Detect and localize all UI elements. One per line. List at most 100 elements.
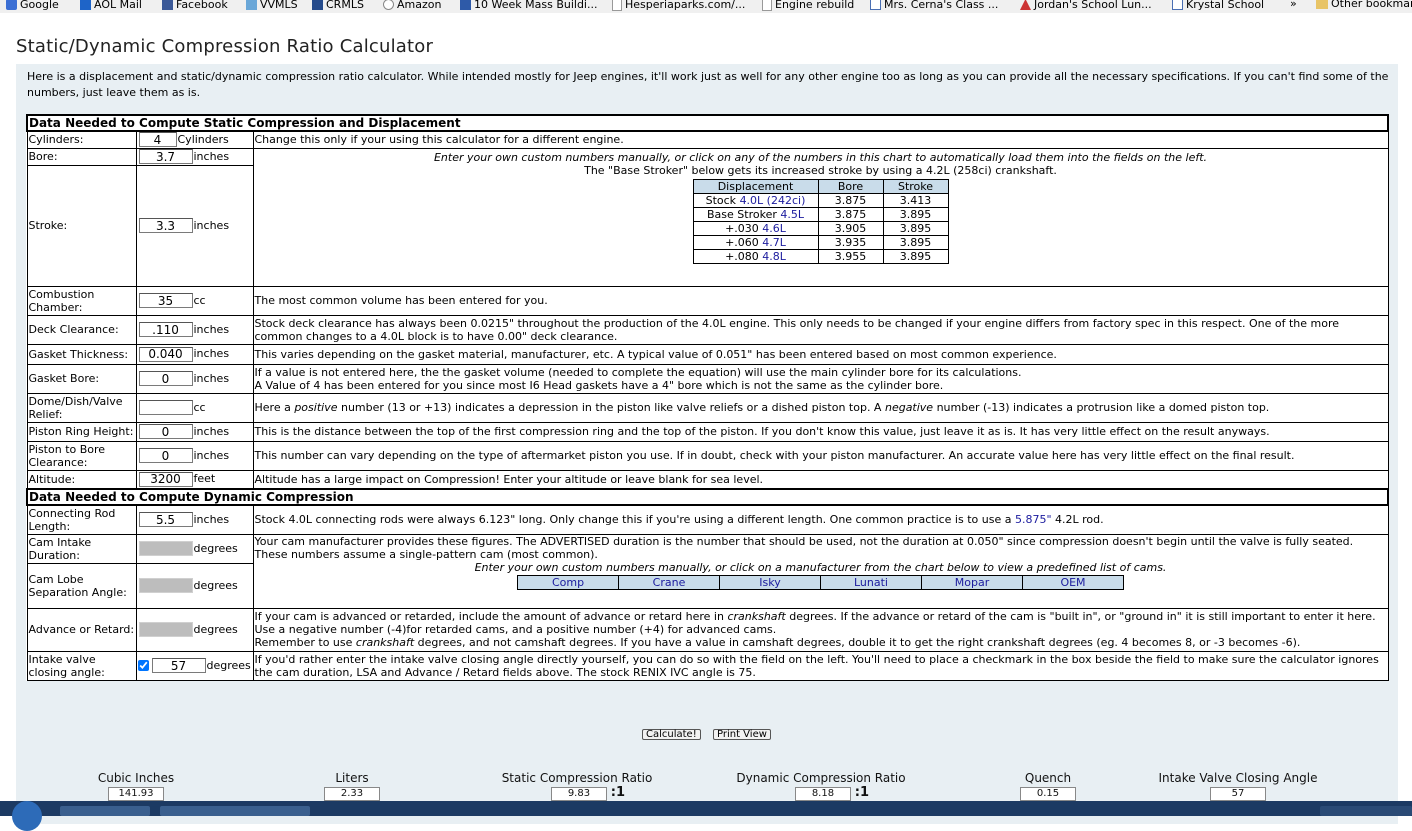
stroker-stroke[interactable]: 3.895 xyxy=(882,234,949,250)
stroke-input[interactable] xyxy=(138,218,193,233)
cylinders-unit: Cylinders xyxy=(177,132,229,146)
bookmark-engine-rebuild[interactable]: Engine rebuild xyxy=(762,0,854,11)
bookmark-other[interactable]: Other bookmarks xyxy=(1316,0,1412,9)
manufacturer-comp[interactable]: Comp xyxy=(517,574,619,590)
gasket-bore-input[interactable] xyxy=(138,371,193,386)
start-orb-icon[interactable] xyxy=(12,801,42,831)
stroker-stroke[interactable]: 3.895 xyxy=(882,248,949,264)
result-label: Liters xyxy=(335,771,369,785)
combustion-desc: The most common volume has been entered … xyxy=(252,285,1389,316)
cam-desc-2: These numbers assume a single-pattern ca… xyxy=(254,547,598,561)
combustion-unit: cc xyxy=(193,293,206,307)
advance-desc-c: Remember to use xyxy=(254,636,356,649)
stroker-row[interactable]: +.030 4.6L 3.905 3.895 xyxy=(692,220,949,236)
stroker-bore[interactable]: 3.905 xyxy=(817,220,884,236)
gasket-thickness-unit: inches xyxy=(193,347,230,360)
stroker-stroke[interactable]: 3.895 xyxy=(882,206,949,222)
result-cubic-inches: Cubic Inches 141.93 xyxy=(80,771,192,801)
stroker-row[interactable]: Base Stroker 4.5L 3.875 3.895 xyxy=(692,206,949,222)
result-value[interactable]: 57 xyxy=(1210,787,1266,801)
stroker-bore[interactable]: 3.875 xyxy=(817,206,884,222)
advance-input[interactable] xyxy=(138,622,193,637)
ivc-desc: If you'd rather enter the intake valve c… xyxy=(252,650,1389,681)
stroker-link-4-0l[interactable]: 4.0L (242ci) xyxy=(740,194,806,207)
stroker-bore[interactable]: 3.955 xyxy=(817,248,884,264)
result-value[interactable]: 141.93 xyxy=(108,787,164,801)
result-label: Dynamic Compression Ratio xyxy=(736,771,906,785)
stroker-stroke[interactable]: 3.413 xyxy=(882,192,949,208)
bore-input[interactable] xyxy=(138,149,193,164)
cam-intake-unit: degrees xyxy=(193,541,238,555)
manufacturer-crane[interactable]: Crane xyxy=(618,574,720,590)
bookmark-hesperiaparks[interactable]: Hesperiaparks.com/... xyxy=(612,0,745,11)
bookmarks-overflow-chevron[interactable]: » xyxy=(1290,0,1297,9)
piston-bore-input[interactable] xyxy=(138,448,193,463)
dome-input[interactable] xyxy=(138,400,193,415)
stroker-prefix: +.080 xyxy=(725,249,763,263)
manufacturer-mopar[interactable]: Mopar xyxy=(921,574,1023,590)
altitude-input[interactable] xyxy=(138,471,193,487)
manufacturer-isky[interactable]: Isky xyxy=(719,574,821,590)
lunch-icon xyxy=(1020,0,1031,10)
manufacturer-oem[interactable]: OEM xyxy=(1022,574,1124,590)
altitude-unit: feet xyxy=(193,472,216,486)
stroker-row[interactable]: Stock 4.0L (242ci) 3.875 3.413 xyxy=(692,192,949,208)
rod-unit: inches xyxy=(193,512,230,526)
altitude-label: Altitude: xyxy=(26,469,137,490)
ivc-input[interactable] xyxy=(151,658,206,673)
bore-label: Bore: xyxy=(26,147,137,166)
bookmark-mrs-cerna[interactable]: Mrs. Cerna's Class ... xyxy=(870,0,998,10)
manufacturer-lunati[interactable]: Lunati xyxy=(820,574,922,590)
stroker-bore[interactable]: 3.875 xyxy=(817,192,884,208)
amazon-icon xyxy=(383,0,394,10)
bookmark-google[interactable]: Google xyxy=(6,0,59,10)
gasket-bore-desc: If a value is not entered here, the the … xyxy=(252,363,1389,394)
school-icon xyxy=(1172,0,1183,10)
result-value[interactable]: 8.18 xyxy=(794,787,851,801)
result-ivc-angle: Intake Valve Closing Angle 57 xyxy=(1152,771,1324,801)
vvmls-icon xyxy=(246,0,257,10)
stroker-link-4-5l[interactable]: 4.5L xyxy=(780,208,804,221)
rod-input[interactable] xyxy=(138,512,193,528)
result-suffix: :1 xyxy=(610,785,626,800)
cylinders-input[interactable] xyxy=(138,132,177,148)
bookmarks-bar: Google AOL Mail Facebook VVMLS CRMLS Ama… xyxy=(0,0,1412,13)
bookmark-crmls[interactable]: CRMLS xyxy=(312,0,364,10)
result-value[interactable]: 0.15 xyxy=(1020,787,1076,801)
gasket-thickness-input[interactable] xyxy=(138,346,193,362)
lsa-input[interactable] xyxy=(138,578,193,593)
deck-unit: inches xyxy=(193,322,230,336)
stroker-bore[interactable]: 3.935 xyxy=(817,234,884,250)
rod-5875-link[interactable]: 5.875" xyxy=(1015,513,1052,526)
bookmark-amazon[interactable]: Amazon xyxy=(383,0,441,10)
deck-desc: Stock deck clearance has always been 0.0… xyxy=(252,314,1389,345)
taskbar-quicklaunch[interactable] xyxy=(60,806,150,816)
stroker-row[interactable]: +.060 4.7L 3.935 3.895 xyxy=(692,234,949,250)
stroker-stroke[interactable]: 3.895 xyxy=(882,220,949,236)
taskbar-browser-button[interactable] xyxy=(160,806,310,816)
combustion-label: Combustion Chamber: xyxy=(26,285,137,316)
stroker-link-4-7l[interactable]: 4.7L xyxy=(762,236,786,249)
result-static-compression: Static Compression Ratio 9.83 :1 xyxy=(494,771,660,801)
stroker-row[interactable]: +.080 4.8L 3.955 3.895 xyxy=(692,248,949,264)
print-view-button[interactable]: Print View xyxy=(713,729,771,740)
cam-intake-input[interactable] xyxy=(138,541,193,556)
rod-label: Connecting Rod Length: xyxy=(26,504,137,535)
ivc-checkbox[interactable] xyxy=(137,660,149,671)
bookmark-mass-building[interactable]: 10 Week Mass Buildi... xyxy=(460,0,597,10)
combustion-input[interactable] xyxy=(138,293,193,308)
stroker-link-4-8l[interactable]: 4.8L xyxy=(762,250,786,263)
stroker-prefix: +.060 xyxy=(725,235,763,249)
result-value[interactable]: 9.83 xyxy=(550,787,607,801)
bookmark-jordans-lunch[interactable]: Jordan's School Lun... xyxy=(1020,0,1152,10)
stroker-prefix: Stock xyxy=(705,193,740,207)
calculate-button[interactable]: Calculate! xyxy=(642,729,701,740)
result-value[interactable]: 2.33 xyxy=(324,787,380,801)
bookmark-aol-mail[interactable]: AOL Mail xyxy=(80,0,142,10)
bookmark-krystal-school[interactable]: Krystal School xyxy=(1172,0,1264,10)
stroker-link-4-6l[interactable]: 4.6L xyxy=(762,222,786,235)
deck-input[interactable] xyxy=(138,322,193,337)
bookmark-facebook[interactable]: Facebook xyxy=(162,0,228,10)
bookmark-vvmls[interactable]: VVMLS xyxy=(246,0,298,10)
ring-height-input[interactable] xyxy=(138,424,193,439)
